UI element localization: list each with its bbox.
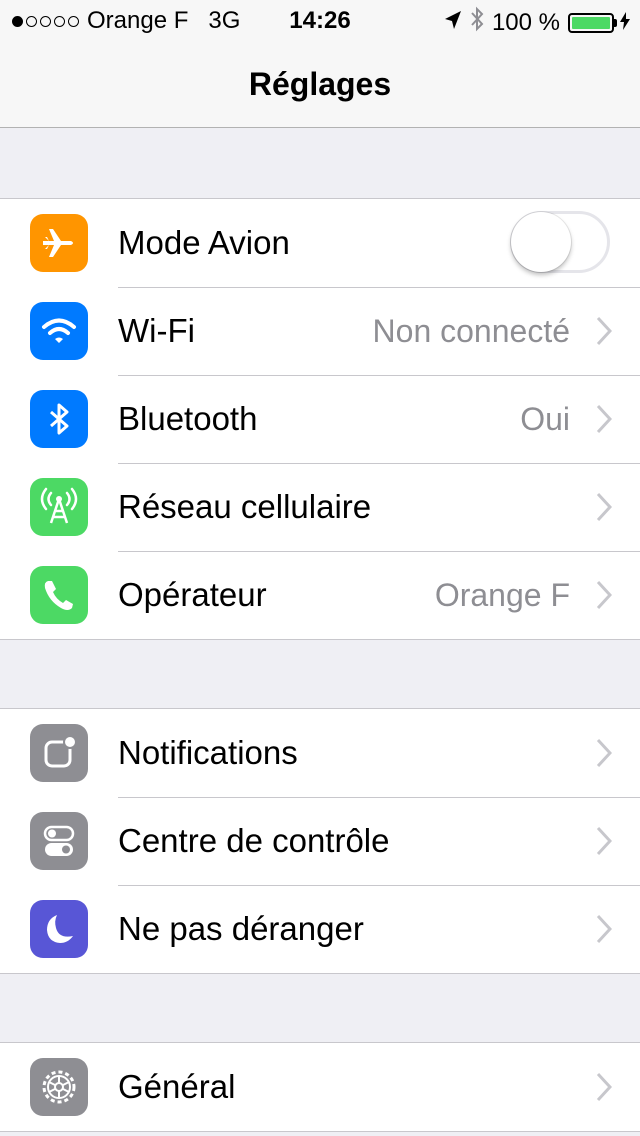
settings-row-label: Centre de contrôle [118,822,390,859]
chevron-right-icon [596,826,612,856]
settings-row-label: Mode Avion [118,224,290,261]
page-title: Réglages [248,66,392,102]
wifi-icon [30,302,88,360]
chevron-right-icon [596,316,612,346]
toggle-knob [511,212,571,272]
chevron-right-icon [596,1072,612,1102]
settings-row-bluetooth[interactable]: Bluetooth Oui [0,375,640,463]
airplane-icon [30,214,88,272]
settings-row-airplane-mode: Mode Avion [0,199,640,287]
settings-row-label: Réseau cellulaire [118,488,372,525]
settings-row-detail: Non connecté [372,313,570,349]
chevron-right-icon [596,914,612,944]
settings-row-label: Opérateur [118,576,267,613]
settings-row-general[interactable]: Général [0,1043,640,1131]
status-bar-right: 100 % [444,6,630,39]
chevron-right-icon [596,404,612,434]
settings-group-general: Général [0,1042,640,1132]
settings-row-notifications[interactable]: Notifications [0,709,640,797]
battery-icon [568,12,617,33]
status-bar: Orange F 3G 14:26 100 % [0,0,640,40]
settings-row-detail: Oui [520,401,570,437]
navigation-bar: Réglages [0,40,640,128]
bluetooth-status-icon [470,6,484,39]
settings-row-label: Ne pas déranger [118,910,364,947]
settings-row-detail: Orange F [434,577,570,613]
bluetooth-icon [30,390,88,448]
settings-row-label: Notifications [118,734,298,771]
chevron-right-icon [596,492,612,522]
settings-row-wifi[interactable]: Wi-Fi Non connecté [0,287,640,375]
charging-bolt-icon [620,9,630,37]
airplane-mode-toggle[interactable] [510,211,610,273]
settings-group-notifications: Notifications Centre de contrôle Ne pas … [0,708,640,974]
settings-row-label: Général [118,1068,236,1105]
settings-group-connectivity: Mode Avion Wi-Fi Non connecté Bluetooth … [0,198,640,640]
notifications-icon [30,724,88,782]
location-arrow-icon [444,9,462,37]
control-center-icon [30,812,88,870]
gear-icon [30,1058,88,1116]
settings-row-label: Wi-Fi [118,312,195,349]
battery-level-fill [572,16,610,29]
battery-percent: 100 % [491,8,560,36]
settings-row-label: Bluetooth [118,400,258,437]
settings-row-control-center[interactable]: Centre de contrôle [0,797,640,885]
settings-row-cellular[interactable]: Réseau cellulaire [0,463,640,551]
phone-icon [30,566,88,624]
chevron-right-icon [596,580,612,610]
cellular-antenna-icon [30,478,88,536]
settings-row-do-not-disturb[interactable]: Ne pas déranger [0,885,640,973]
chevron-right-icon [596,738,612,768]
moon-icon [30,900,88,958]
settings-row-carrier[interactable]: Opérateur Orange F [0,551,640,639]
